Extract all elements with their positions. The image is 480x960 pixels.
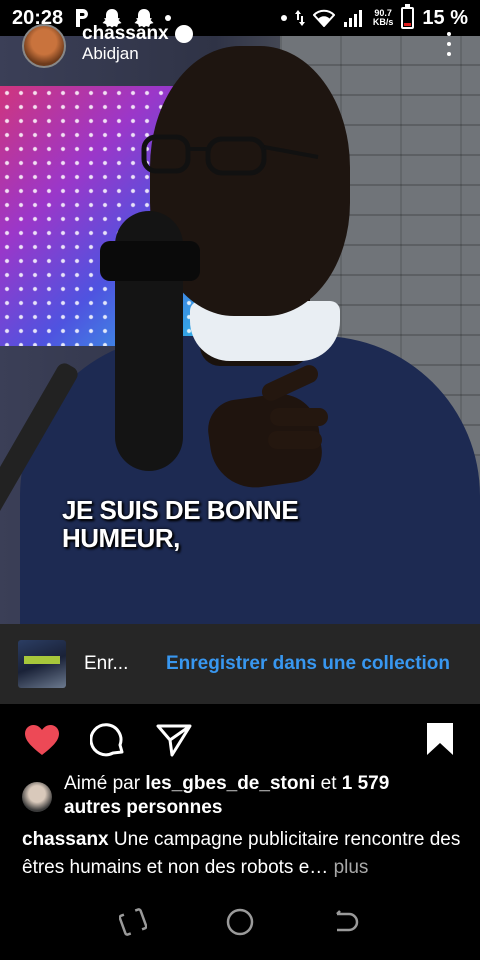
post-actions: [0, 712, 480, 768]
more-options-dot: [447, 52, 451, 56]
likes-row[interactable]: Aimé par les_gbes_de_stoni et 1 579 autre…: [22, 772, 472, 820]
more-options-dot: [447, 42, 451, 46]
glasses: [141, 134, 319, 176]
network-speed-unit: KB/s: [372, 17, 394, 27]
heart-filled-icon[interactable]: [24, 722, 60, 758]
saved-thumbnail: [18, 640, 66, 688]
likes-suffix[interactable]: autres personnes: [64, 797, 222, 818]
caption-ellipsis: …: [309, 857, 329, 878]
parking-icon: [73, 8, 91, 28]
likes-count[interactable]: 1 579: [342, 773, 390, 794]
saved-toast: Enr... Enregistrer dans une collection: [0, 624, 480, 704]
recent-apps-icon[interactable]: [118, 907, 148, 941]
saved-label: Enr...: [84, 653, 129, 674]
snapchat-icon: [101, 8, 123, 28]
post-location[interactable]: Abidjan: [82, 44, 193, 64]
battery-icon: [401, 4, 415, 29]
snapchat-icon: [133, 8, 155, 28]
post-video[interactable]: JE SUIS DE BONNE HUMEUR,: [0, 36, 480, 624]
liker-username[interactable]: les_gbes_de_stoni: [145, 773, 315, 794]
liker-avatar[interactable]: [22, 782, 52, 812]
video-caption-line: HUMEUR,: [62, 523, 180, 553]
data-arrows-icon: [294, 9, 305, 27]
caption-more-link[interactable]: plus: [328, 857, 369, 878]
battery-percent: 15 %: [422, 6, 468, 29]
person-finger: [268, 431, 322, 449]
dot-icon: [165, 15, 172, 21]
author-info: chassanx Abidjan: [82, 24, 193, 64]
wifi-icon: [312, 9, 335, 27]
network-speed: 90.7 KB/s: [373, 9, 394, 27]
save-to-collection-link[interactable]: Enregistrer dans une collection: [166, 653, 450, 675]
signal-icon: [343, 9, 365, 27]
system-navbar: [0, 888, 480, 960]
caption-username[interactable]: chassanx: [22, 829, 109, 850]
send-icon[interactable]: [156, 722, 192, 758]
video-caption-line: JE SUIS DE BONNE: [62, 495, 299, 525]
comment-icon[interactable]: [90, 722, 126, 758]
likes-summary[interactable]: Aimé par les_gbes_de_stoni et 1 579 autre…: [64, 772, 389, 820]
home-icon[interactable]: [225, 907, 255, 942]
clock: 20:28: [12, 6, 64, 29]
status-left: 20:28: [12, 6, 172, 30]
likes-middle: et: [315, 773, 342, 794]
person-finger: [270, 408, 328, 426]
status-right: 90.7 KB/s 15 %: [280, 4, 468, 30]
bookmark-filled-icon[interactable]: [426, 722, 454, 761]
status-bar: 20:28 90.7 KB/s 15 %: [0, 0, 480, 36]
likes-prefix: Aimé par: [64, 773, 146, 794]
microphone-mount: [100, 241, 200, 281]
post-caption[interactable]: chassanx Une campagne publicitaire renco…: [22, 826, 468, 882]
dot-icon: [280, 15, 287, 21]
video-caption: JE SUIS DE BONNE HUMEUR,: [62, 495, 299, 553]
back-icon[interactable]: [333, 908, 361, 941]
battery-fill: [404, 23, 412, 26]
